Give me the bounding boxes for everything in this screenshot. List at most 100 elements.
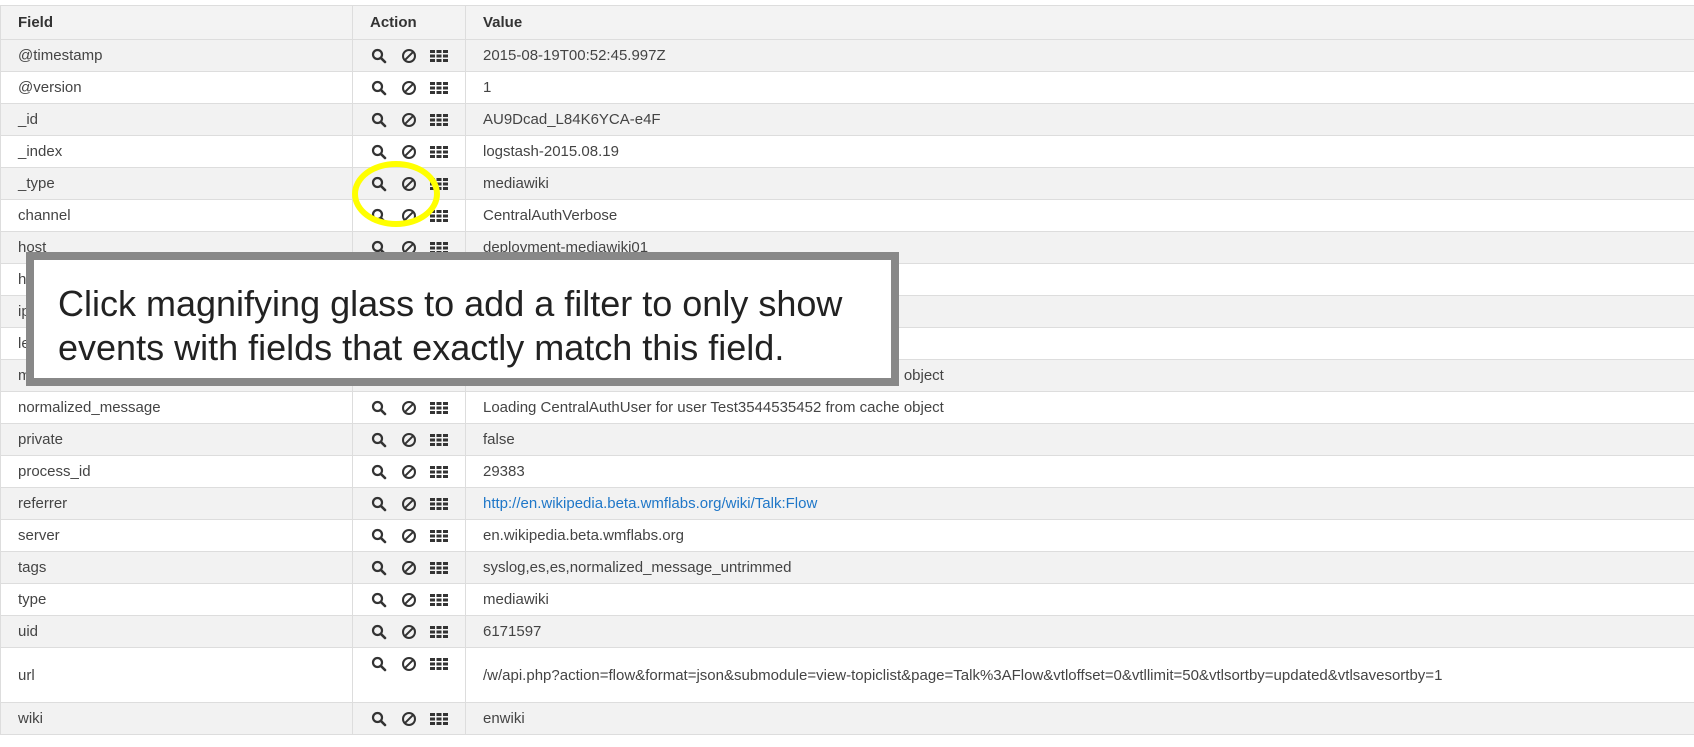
columns-icon[interactable] bbox=[430, 622, 448, 642]
columns-icon[interactable] bbox=[430, 654, 448, 674]
action-cell bbox=[352, 167, 466, 200]
field-name-cell: normalized_message bbox=[0, 391, 353, 424]
action-cell bbox=[352, 391, 466, 424]
magnifier-icon[interactable] bbox=[370, 494, 388, 514]
columns-icon[interactable] bbox=[430, 174, 448, 194]
field-name-cell: process_id bbox=[0, 455, 353, 488]
magnifier-icon[interactable] bbox=[370, 174, 388, 194]
magnifier-icon[interactable] bbox=[370, 590, 388, 610]
value-cell: 1 bbox=[465, 71, 1694, 104]
callout-text: Click magnifying glass to add a filter t… bbox=[58, 283, 843, 368]
field-name-cell: _type bbox=[0, 167, 353, 200]
magnifier-icon[interactable] bbox=[370, 206, 388, 226]
magnifier-icon[interactable] bbox=[370, 46, 388, 66]
value-cell: mediawiki bbox=[465, 583, 1694, 616]
action-cell bbox=[352, 135, 466, 168]
table-row: _id AU9Dcad_L84K6YCA-e4F bbox=[0, 103, 1694, 136]
action-cell bbox=[352, 702, 466, 735]
exclude-icon[interactable] bbox=[400, 142, 418, 162]
action-cell bbox=[352, 103, 466, 136]
magnifier-icon[interactable] bbox=[370, 110, 388, 130]
action-cell bbox=[352, 551, 466, 584]
columns-icon[interactable] bbox=[430, 430, 448, 450]
exclude-icon[interactable] bbox=[400, 174, 418, 194]
magnifier-icon[interactable] bbox=[370, 654, 388, 674]
exclude-icon[interactable] bbox=[400, 398, 418, 418]
exclude-icon[interactable] bbox=[400, 110, 418, 130]
table-row: normalized_message Loading CentralAuthUse… bbox=[0, 391, 1694, 424]
magnifier-icon[interactable] bbox=[370, 462, 388, 482]
exclude-icon[interactable] bbox=[400, 622, 418, 642]
value-cell: 6171597 bbox=[465, 615, 1694, 648]
referrer-link[interactable]: http://en.wikipedia.beta.wmflabs.org/wik… bbox=[483, 495, 817, 512]
exclude-icon[interactable] bbox=[400, 654, 418, 674]
exclude-icon[interactable] bbox=[400, 590, 418, 610]
table-row: @version 1 bbox=[0, 71, 1694, 104]
action-cell bbox=[352, 647, 466, 703]
table-row: wiki enwiki bbox=[0, 702, 1694, 735]
columns-icon[interactable] bbox=[430, 590, 448, 610]
field-name-cell: channel bbox=[0, 199, 353, 232]
field-name-cell: private bbox=[0, 423, 353, 456]
table-row: process_id 29383 bbox=[0, 455, 1694, 488]
action-header: Action bbox=[352, 5, 466, 40]
field-name-cell: @timestamp bbox=[0, 39, 353, 72]
columns-icon[interactable] bbox=[430, 709, 448, 729]
columns-icon[interactable] bbox=[430, 78, 448, 98]
field-header[interactable]: Field bbox=[0, 5, 353, 40]
value-cell: logstash-2015.08.19 bbox=[465, 135, 1694, 168]
action-cell bbox=[352, 423, 466, 456]
value-header: Value bbox=[465, 5, 1694, 40]
columns-icon[interactable] bbox=[430, 46, 448, 66]
table-row: server en.wikipedia.beta.wmflabs.org bbox=[0, 519, 1694, 552]
table-row: channel CentralAuthVerbose bbox=[0, 199, 1694, 232]
columns-icon[interactable] bbox=[430, 494, 448, 514]
exclude-icon[interactable] bbox=[400, 78, 418, 98]
magnifier-icon[interactable] bbox=[370, 526, 388, 546]
field-name-cell: _id bbox=[0, 103, 353, 136]
value-cell: 29383 bbox=[465, 455, 1694, 488]
table-row: referrer http://en.wikipedia.beta.wmflabs… bbox=[0, 487, 1694, 520]
value-cell: en.wikipedia.beta.wmflabs.org bbox=[465, 519, 1694, 552]
exclude-icon[interactable] bbox=[400, 558, 418, 578]
value-cell: AU9Dcad_L84K6YCA-e4F bbox=[465, 103, 1694, 136]
table-row: @timestamp 2015-08-19T00:52:45.997Z bbox=[0, 39, 1694, 72]
magnifier-icon[interactable] bbox=[370, 78, 388, 98]
magnifier-icon[interactable] bbox=[370, 398, 388, 418]
columns-icon[interactable] bbox=[430, 526, 448, 546]
columns-icon[interactable] bbox=[430, 142, 448, 162]
columns-icon[interactable] bbox=[430, 206, 448, 226]
value-cell: mediawiki bbox=[465, 167, 1694, 200]
tooltip-callout: Click magnifying glass to add a filter t… bbox=[26, 252, 899, 386]
value-cell: enwiki bbox=[465, 702, 1694, 735]
field-name-cell: @version bbox=[0, 71, 353, 104]
magnifier-icon[interactable] bbox=[370, 622, 388, 642]
exclude-icon[interactable] bbox=[400, 46, 418, 66]
field-name-cell: server bbox=[0, 519, 353, 552]
magnifier-icon[interactable] bbox=[370, 430, 388, 450]
table-row: _index logstash-2015.08.19 bbox=[0, 135, 1694, 168]
exclude-icon[interactable] bbox=[400, 462, 418, 482]
columns-icon[interactable] bbox=[430, 110, 448, 130]
value-cell: /w/api.php?action=flow&format=json&submo… bbox=[465, 647, 1694, 703]
columns-icon[interactable] bbox=[430, 462, 448, 482]
exclude-icon[interactable] bbox=[400, 494, 418, 514]
columns-icon[interactable] bbox=[430, 558, 448, 578]
exclude-icon[interactable] bbox=[400, 526, 418, 546]
action-cell bbox=[352, 615, 466, 648]
value-cell: CentralAuthVerbose bbox=[465, 199, 1694, 232]
exclude-icon[interactable] bbox=[400, 206, 418, 226]
magnifier-icon[interactable] bbox=[370, 558, 388, 578]
action-cell bbox=[352, 487, 466, 520]
magnifier-icon[interactable] bbox=[370, 142, 388, 162]
field-name-cell: uid bbox=[0, 615, 353, 648]
action-cell bbox=[352, 455, 466, 488]
field-name-cell: wiki bbox=[0, 702, 353, 735]
magnifier-icon[interactable] bbox=[370, 709, 388, 729]
table-row: url/w/api.php?action=flow&format=json&su… bbox=[0, 647, 1694, 703]
value-cell: false bbox=[465, 423, 1694, 456]
action-cell bbox=[352, 583, 466, 616]
columns-icon[interactable] bbox=[430, 398, 448, 418]
exclude-icon[interactable] bbox=[400, 430, 418, 450]
exclude-icon[interactable] bbox=[400, 709, 418, 729]
